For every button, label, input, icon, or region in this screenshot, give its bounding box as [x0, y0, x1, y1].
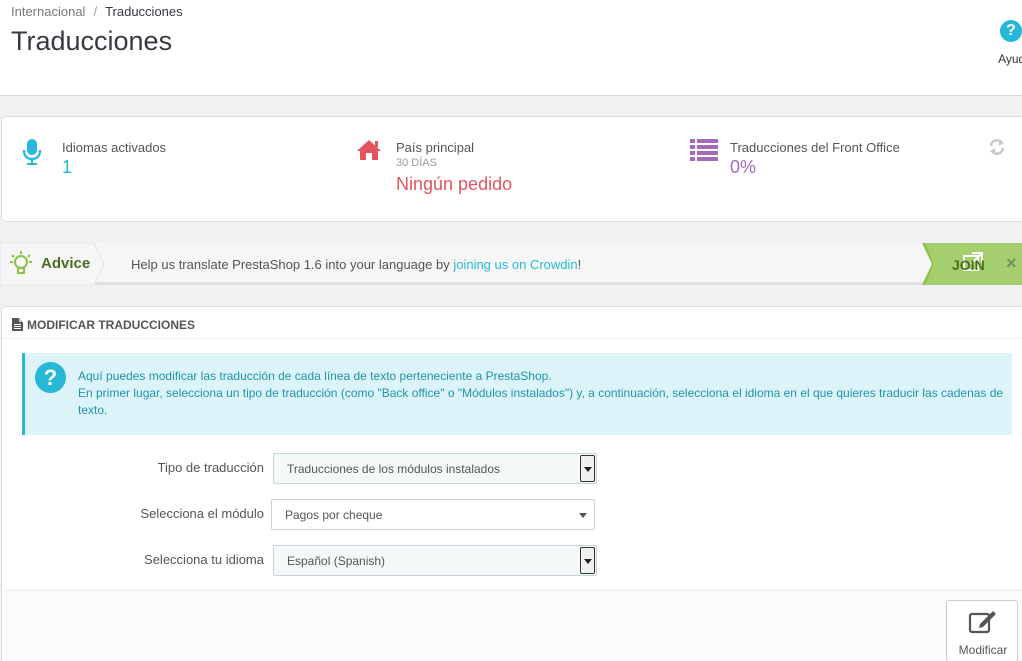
close-advice-icon[interactable]: ×: [1006, 253, 1017, 274]
module-value: Pagos por cheque: [285, 508, 383, 522]
breadcrumb-parent-link[interactable]: Internacional: [11, 4, 85, 19]
breadcrumb-separator: /: [93, 4, 98, 19]
page-title: Traducciones: [11, 26, 173, 56]
language-select[interactable]: Español (Spanish): [273, 545, 597, 576]
advice-message-text: Help us translate PrestaShop 1.6 into yo…: [131, 257, 454, 272]
info-alert-line: En primer lugar, selecciona un tipo de t…: [78, 386, 1004, 417]
kpi-title: Traducciones del Front Office: [730, 140, 900, 155]
advice-banner: Advice Help us translate PrestaShop 1.6 …: [0, 243, 1022, 285]
module-label: Selecciona el módulo: [140, 506, 264, 521]
kpi-panel: Idiomas activados 1 País principal 30 DÍ…: [1, 116, 1022, 222]
home-icon: [356, 139, 382, 164]
form-row-translation-type: Tipo de traducción Traducciones de los m…: [2, 453, 1002, 484]
info-alert-text: Aquí puedes modificar las traducción de …: [78, 368, 1008, 419]
help-icon: ?: [1000, 20, 1022, 42]
lightbulb-icon: [10, 250, 32, 281]
kpi-value: 0%: [730, 157, 757, 177]
file-icon: [12, 318, 23, 334]
dropdown-arrow-icon[interactable]: [580, 455, 595, 482]
language-label: Selecciona tu idioma: [144, 552, 264, 567]
form-row-language: Selecciona tu idioma Español (Spanish): [2, 545, 1002, 576]
translation-type-value: Traducciones de los módulos instalados: [287, 462, 501, 476]
modify-button[interactable]: Modificar: [946, 600, 1018, 661]
panel-heading-text: MODIFICAR TRADUCCIONES: [27, 318, 195, 332]
panel-heading: MODIFICAR TRADUCCIONES: [12, 315, 1022, 339]
advice-message: Help us translate PrestaShop 1.6 into yo…: [131, 257, 581, 272]
help-button[interactable]: ? Ayuda: [995, 20, 1022, 66]
translation-type-select[interactable]: Traducciones de los módulos instalados: [273, 453, 597, 484]
advice-message-end: !: [577, 257, 582, 272]
advice-label: Advice: [41, 255, 91, 272]
help-label: Ayuda: [998, 52, 1022, 66]
modify-button-label: Modificar: [958, 643, 1008, 657]
kpi-title: País principal: [396, 140, 475, 155]
breadcrumb: Internacional / Traducciones: [11, 4, 183, 19]
translation-type-label: Tipo de traducción: [157, 460, 264, 475]
refresh-icon[interactable]: [988, 138, 1006, 159]
question-icon: ?: [35, 362, 66, 393]
list-icon: [690, 139, 718, 164]
heading-divider: [3, 338, 1022, 339]
edit-icon: [968, 609, 998, 638]
module-select[interactable]: Pagos por cheque: [271, 499, 595, 530]
breadcrumb-current: Traducciones: [105, 4, 183, 19]
kpi-value: Ningún pedido: [396, 174, 513, 194]
translations-panel: MODIFICAR TRADUCCIONES ? Aquí puedes mod…: [1, 306, 1022, 661]
language-value: Español (Spanish): [287, 554, 386, 568]
form-row-module: Selecciona el módulo Pagos por cheque: [2, 499, 1002, 530]
chevron-down-icon: [579, 513, 587, 518]
join-button-label[interactable]: JOIN: [952, 257, 985, 273]
microphone-icon: [22, 139, 42, 168]
panel-footer: [3, 590, 1022, 661]
page-header: Internacional / Traducciones Traducciones …: [0, 0, 1022, 96]
kpi-title: Idiomas activados: [62, 140, 167, 155]
kpi-subtitle: 30 DÍAS: [396, 157, 437, 169]
kpi-value: 1: [62, 157, 73, 177]
crowdin-link[interactable]: joining us on Crowdin: [453, 257, 577, 272]
dropdown-arrow-icon[interactable]: [580, 547, 595, 574]
info-alert: ? Aquí puedes modificar las traducción d…: [22, 353, 1012, 435]
info-alert-line: Aquí puedes modificar las traducción de …: [78, 369, 552, 383]
